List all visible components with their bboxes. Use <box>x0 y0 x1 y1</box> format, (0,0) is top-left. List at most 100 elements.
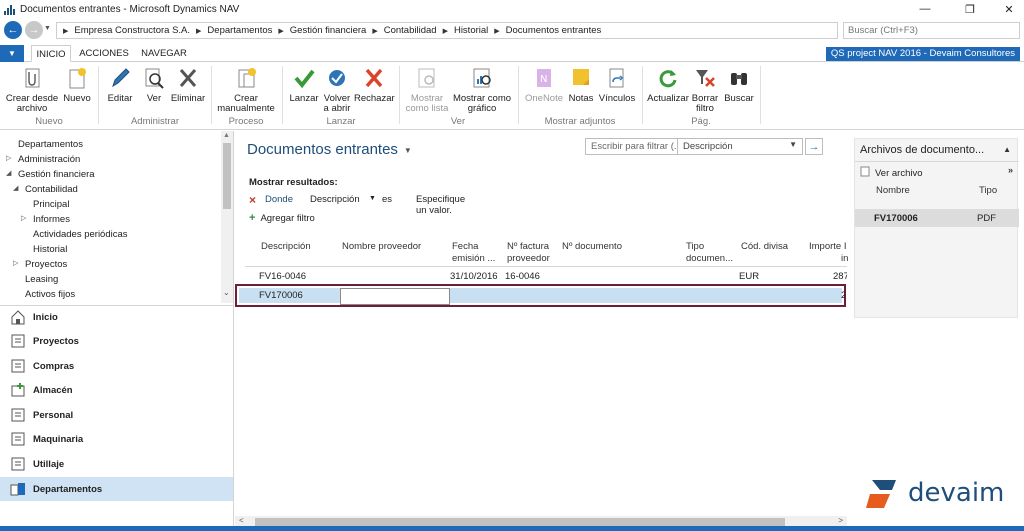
mostrar-como-lista-button[interactable]: Mostrar como lista <box>402 65 452 114</box>
scroll-left-icon[interactable]: < <box>239 516 244 525</box>
tree-item-informes[interactable]: ▷ Informes <box>21 214 70 225</box>
collapse-arrow-icon[interactable]: ◢ <box>6 169 11 177</box>
onenote-button[interactable]: N OneNote <box>522 65 566 104</box>
filter-where-label: Donde <box>265 194 293 205</box>
factbox-column-nombre[interactable]: Nombre <box>876 185 910 196</box>
breadcrumb-contabilidad[interactable]: Contabilidad <box>384 25 437 36</box>
expand-arrow-icon[interactable]: ▷ <box>6 154 11 162</box>
tree-item-contabilidad[interactable]: ◢ Contabilidad <box>13 184 78 195</box>
actualizar-button[interactable]: Actualizar <box>646 65 690 104</box>
factbox-column-tipo[interactable]: Tipo <box>979 185 997 196</box>
cell-descripcion: FV170006 <box>259 290 303 301</box>
table-row-selected[interactable]: FV170006 2 <box>235 284 846 307</box>
ver-archivo-button[interactable]: Ver archivo <box>860 166 923 180</box>
vinculos-button[interactable]: Vínculos <box>597 65 637 104</box>
remove-filter-icon[interactable]: × <box>249 193 256 207</box>
nav-button-proyectos[interactable]: Proyectos <box>0 329 233 353</box>
nav-button-inicio[interactable]: Inicio <box>0 305 233 329</box>
column-header-descripcion[interactable]: Descripción <box>261 241 311 253</box>
tree-item-actividades-periodicas[interactable]: Actividades periódicas <box>33 229 128 240</box>
minimize-button[interactable]: — <box>910 0 940 18</box>
collapse-icon[interactable]: ▲ <box>1003 145 1011 154</box>
tree-item-activos-fijos[interactable]: Activos fijos <box>25 289 75 300</box>
view-icon <box>141 65 167 91</box>
scroll-right-icon[interactable]: > <box>838 516 843 525</box>
column-header-n-documento[interactable]: Nº documento <box>562 241 622 253</box>
volver-a-abrir-button[interactable]: Volver a abrir <box>321 65 353 114</box>
editar-button[interactable]: Editar <box>104 65 136 104</box>
breadcrumb-documentos-entrantes[interactable]: Documentos entrantes <box>506 25 602 36</box>
column-header-nombre-proveedor[interactable]: Nombre proveedor <box>342 241 421 253</box>
borrar-filtro-button[interactable]: Borrar filtro <box>690 65 720 114</box>
ver-button[interactable]: Ver <box>138 65 170 104</box>
crear-manualmente-button[interactable]: Crear manualmente <box>214 65 278 114</box>
tree-item-proyectos[interactable]: ▷ Proyectos <box>13 259 67 270</box>
notas-button[interactable]: Notas <box>566 65 596 104</box>
filter-field-select[interactable]: Descripción <box>678 139 802 154</box>
chevron-down-icon[interactable]: ▼ <box>369 195 376 202</box>
nav-button-personal[interactable]: Personal <box>0 403 233 427</box>
expand-arrow-icon[interactable]: ▷ <box>13 259 18 267</box>
eliminar-button[interactable]: Eliminar <box>170 65 206 104</box>
tree-item-historial[interactable]: Historial <box>33 244 67 255</box>
column-header-cod-divisa[interactable]: Cód. divisa <box>741 241 788 253</box>
column-header-fecha-emision[interactable]: Fecha emisión ... <box>452 241 495 265</box>
mostrar-como-grafico-button[interactable]: Mostrar como gráfico <box>452 65 512 114</box>
crear-desde-archivo-button[interactable]: Crear desde archivo <box>4 65 60 114</box>
filter-box[interactable]: Escribir para filtrar (... Descripción ▼ <box>585 138 803 155</box>
nombre-proveedor-edit-field[interactable] <box>340 288 450 305</box>
title-dropdown-icon[interactable]: ▼ <box>404 146 412 155</box>
application-menu-button[interactable]: ▼ <box>0 45 24 62</box>
clear-filter-icon <box>692 65 718 91</box>
apply-filter-button[interactable]: → <box>805 138 823 155</box>
tab-navegar[interactable]: NAVEGAR <box>139 45 189 62</box>
filter-value-input[interactable]: Especifique un valor. <box>416 194 465 216</box>
close-button[interactable]: ✕ <box>994 0 1024 18</box>
tab-inicio[interactable]: INICIO <box>31 45 71 62</box>
column-header-n-factura-proveedor[interactable]: Nº factura proveedor <box>507 241 550 265</box>
breadcrumb-historial[interactable]: Historial <box>454 25 488 36</box>
nuevo-button[interactable]: Nuevo <box>61 65 93 104</box>
history-dropdown-icon[interactable]: ▼ <box>44 25 51 32</box>
tree-item-gestion-financiera[interactable]: ◢ Gestión financiera <box>6 169 95 180</box>
breadcrumb-gestion-financiera[interactable]: Gestión financiera <box>290 25 367 36</box>
tree-item-departamentos[interactable]: Departamentos <box>18 139 83 150</box>
onenote-icon: N <box>531 65 557 91</box>
collapse-arrow-icon[interactable]: ◢ <box>13 184 18 192</box>
breadcrumb-company[interactable]: Empresa Constructora S.A. <box>74 25 190 36</box>
tree-scrollbar[interactable]: ▲ ⌄ <box>221 131 233 303</box>
nav-button-maquinaria[interactable]: Maquinaria <box>0 427 233 451</box>
tree-item-leasing[interactable]: Leasing <box>25 274 58 285</box>
restore-button[interactable]: ❐ <box>955 0 985 18</box>
column-header-tipo-documento[interactable]: Tipo documen... <box>686 241 733 265</box>
forward-button[interactable]: → <box>25 21 43 39</box>
scrollbar-thumb[interactable] <box>255 518 785 526</box>
search-input[interactable]: Buscar (Ctrl+F3) <box>843 22 1020 39</box>
factbox-row[interactable]: FV170006 PDF <box>855 209 1019 227</box>
lanzar-button[interactable]: Lanzar <box>287 65 321 104</box>
column-header-importe[interactable]: Importe Iin <box>809 241 848 265</box>
rechazar-button[interactable]: Rechazar <box>354 65 395 104</box>
back-button[interactable]: ← <box>4 21 22 39</box>
tab-acciones[interactable]: ACCIONES <box>79 45 129 62</box>
nav-button-utillaje[interactable]: Utillaje <box>0 452 233 476</box>
nav-button-almacen[interactable]: Almacén <box>0 378 233 402</box>
page-title[interactable]: Documentos entrantes ▼ <box>247 141 412 158</box>
breadcrumb-departamentos[interactable]: Departamentos <box>207 25 272 36</box>
filter-field[interactable]: Descripción <box>310 194 360 205</box>
scroll-down-icon[interactable]: ⌄ <box>223 288 230 297</box>
chevron-down-icon[interactable]: ▼ <box>789 140 797 149</box>
filter-input[interactable]: Escribir para filtrar (... <box>586 139 678 154</box>
expand-arrow-icon[interactable]: ▷ <box>21 214 26 222</box>
breadcrumb-separator-icon: ▶ <box>372 27 378 35</box>
tree-item-administracion[interactable]: ▷ Administración <box>6 154 80 165</box>
buscar-button[interactable]: Buscar <box>722 65 756 104</box>
add-filter-link[interactable]: + Agregar filtro <box>249 212 315 224</box>
nav-button-departamentos[interactable]: Departamentos <box>0 477 233 501</box>
nav-button-compras[interactable]: Compras <box>0 354 233 378</box>
expand-icon[interactable]: » <box>1008 165 1013 175</box>
cell-importe: 2 <box>841 290 845 301</box>
scroll-up-icon[interactable]: ▲ <box>223 132 230 139</box>
scrollbar-thumb[interactable] <box>223 143 231 209</box>
tree-item-principal[interactable]: Principal <box>33 199 69 210</box>
